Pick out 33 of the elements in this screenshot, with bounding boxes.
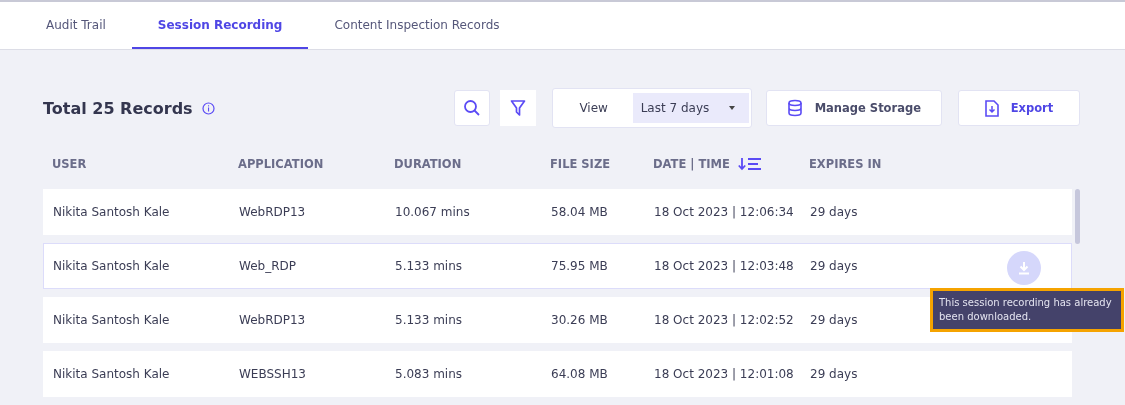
table-cell: 18 Oct 2023 | 12:06:34: [654, 205, 794, 219]
table-cell: 29 days: [810, 259, 858, 273]
table-cell: 30.26 MB: [551, 313, 608, 327]
table-cell: 10.067 mins: [395, 205, 470, 219]
column-header: APPLICATION: [238, 157, 324, 171]
table-cell: WebRDP13: [239, 313, 306, 327]
table-cell: 58.04 MB: [551, 205, 608, 219]
tooltip: This session recording has already been downloaded.: [930, 288, 1124, 332]
column-header: DATE | TIME: [653, 157, 730, 171]
table-cell: 5.133 mins: [395, 259, 463, 273]
column-header: FILE SIZE: [550, 157, 611, 171]
table-cell: Nikita Santosh Kale: [53, 205, 170, 219]
table-cell: WebRDP13: [239, 205, 306, 219]
table-cell: Nikita Santosh Kale: [53, 259, 170, 273]
table-cell: 18 Oct 2023 | 12:03:48: [654, 259, 794, 273]
table-cell: 5.083 mins: [395, 367, 463, 381]
table-cell: WEBSSH13: [239, 367, 306, 381]
table-cell: Nikita Santosh Kale: [53, 313, 170, 327]
table-cell: 29 days: [810, 367, 858, 381]
view-label: View: [578, 101, 609, 115]
table-cell: 18 Oct 2023 | 12:01:08: [654, 367, 794, 381]
table-cell: Nikita Santosh Kale: [53, 367, 170, 381]
table-cell: 5.133 mins: [395, 313, 463, 327]
table-cell: 64.08 MB: [551, 367, 608, 381]
records-title: Total 25 Records: [43, 98, 193, 118]
table-cell: Web_RDP: [239, 259, 296, 273]
column-header: USER: [52, 157, 87, 171]
column-header: DURATION: [394, 157, 462, 171]
table-cell: 75.95 MB: [551, 259, 608, 273]
column-header: EXPIRES IN: [809, 157, 882, 171]
table-cell: 29 days: [810, 313, 858, 327]
table-cell: 18 Oct 2023 | 12:02:52: [654, 313, 794, 327]
table-cell: 29 days: [810, 205, 858, 219]
